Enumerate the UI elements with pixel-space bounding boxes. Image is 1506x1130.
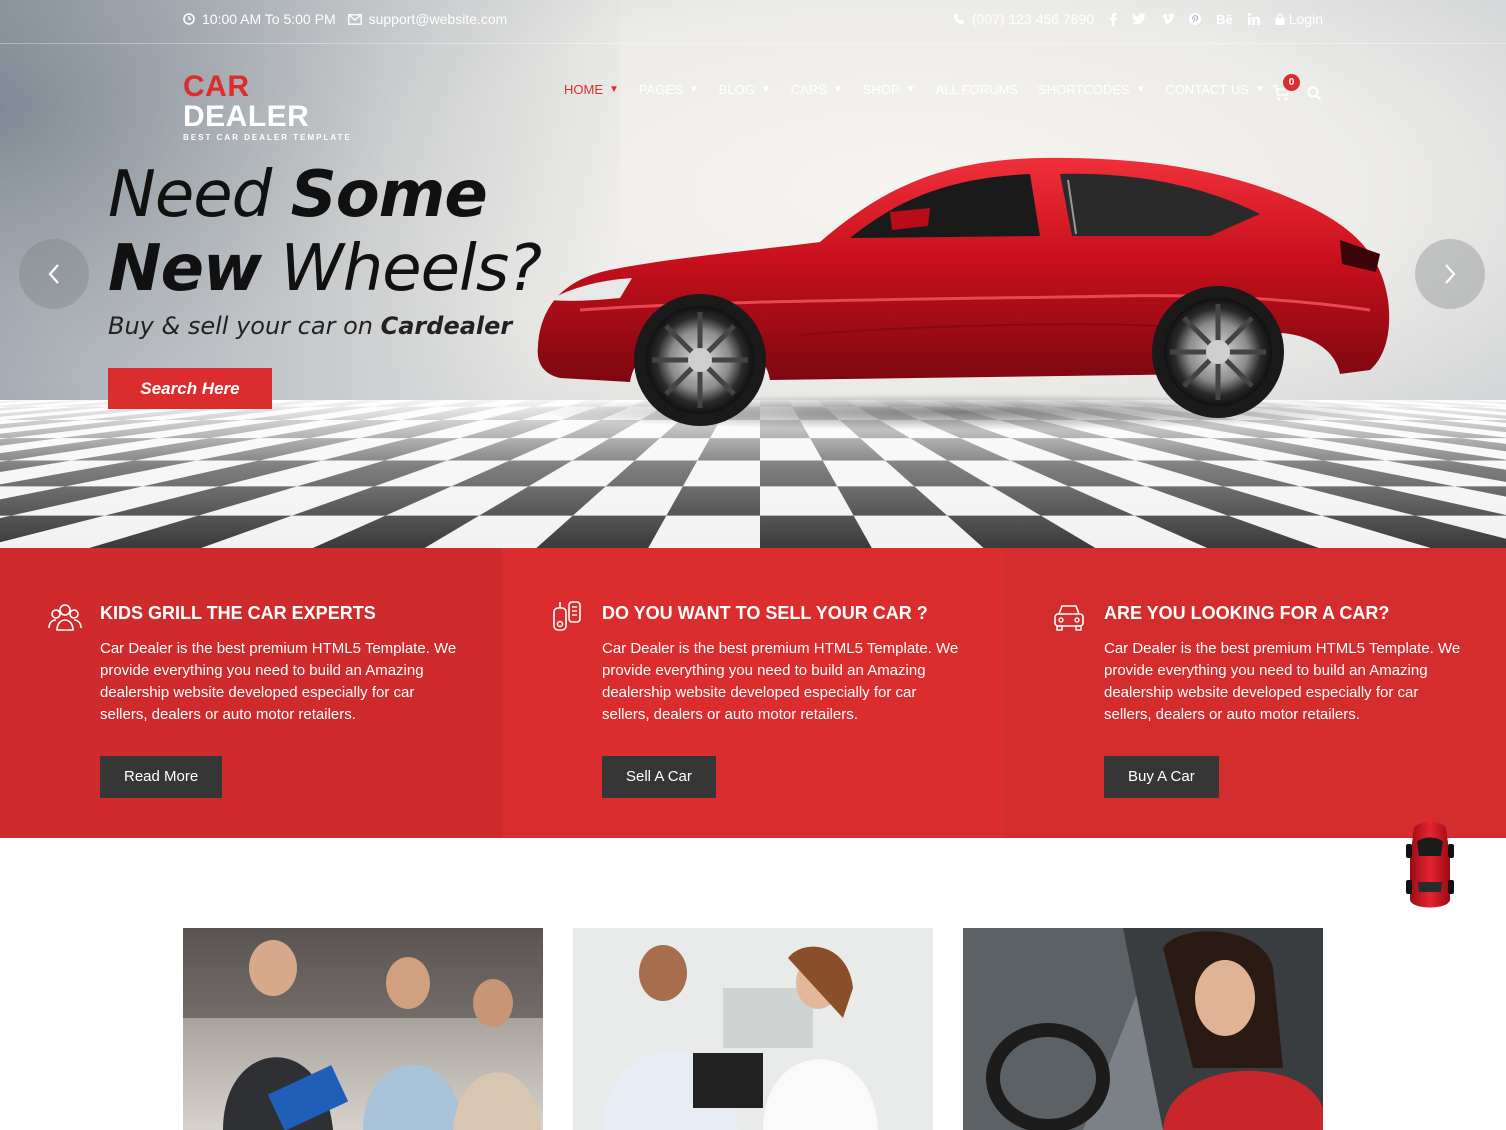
nav-item-label: HOME <box>564 82 603 97</box>
hero-headline-line2: New Wheels? <box>108 232 542 306</box>
feature-band: KIDS GRILL THE CAR EXPERTS Car Dealer is… <box>0 548 1506 838</box>
chevron-left-icon <box>48 264 59 284</box>
behance-icon[interactable]: Bē <box>1216 12 1233 27</box>
nav-item-home[interactable]: HOME ▼ <box>564 82 619 97</box>
sell-a-car-button[interactable]: Sell A Car <box>602 756 716 798</box>
pinterest-icon[interactable] <box>1189 13 1202 25</box>
chevron-down-icon: ▼ <box>905 84 916 95</box>
nav-item-shortcodes[interactable]: SHORTCODES ▼ <box>1038 82 1145 97</box>
chevron-down-icon: ▼ <box>832 84 843 95</box>
lock-icon <box>1275 13 1285 25</box>
logo-tagline: BEST CAR DEALER TEMPLATE <box>183 133 352 142</box>
login-link[interactable]: Login <box>1275 11 1323 27</box>
chevron-down-icon: ▼ <box>609 84 619 95</box>
logo-text-dealer: DEALER <box>183 100 310 133</box>
main-navigation: HOME ▼ PAGES ▼ BLOG ▼ CARS ▼ SHOP ▼ ALL FORUM… <box>564 82 1285 97</box>
site-logo[interactable]: CAR DEALER BEST CAR DEALER TEMPLATE <box>183 70 373 143</box>
login-label: Login <box>1288 11 1323 27</box>
phone-icon <box>953 14 964 24</box>
car-key-icon <box>553 601 581 631</box>
vimeo-icon[interactable] <box>1161 13 1175 25</box>
read-more-button[interactable]: Read More <box>100 756 223 798</box>
feature-title: ARE YOU LOOKING FOR A CAR? <box>1104 603 1390 623</box>
logo-text-car: CAR <box>183 70 250 103</box>
facebook-icon[interactable] <box>1109 12 1117 26</box>
nav-item-label: ALL FORUMS <box>935 82 1019 97</box>
search-icon[interactable] <box>1307 86 1322 101</box>
nav-item-label: PAGES <box>638 82 683 97</box>
salesman-handshake-photo <box>573 928 933 1130</box>
feature-card: DO YOU WANT TO SELL YOUR CAR ? Car Deale… <box>502 548 1004 838</box>
hero-headline-line1: Need Some <box>108 158 488 232</box>
nav-item-all-forums[interactable]: ALL FORUMS <box>935 82 1018 97</box>
nav-item-shop[interactable]: SHOP ▼ <box>863 82 916 97</box>
car-front-icon <box>1054 605 1084 631</box>
nav-item-cars[interactable]: CARS ▼ <box>791 82 843 97</box>
envelope-icon <box>347 13 362 25</box>
nav-item-pages[interactable]: PAGES ▼ <box>639 82 699 97</box>
hero-subtitle-brand: Cardealer <box>380 312 513 340</box>
nav-item-label: SHOP <box>862 82 900 97</box>
slider-next-button[interactable] <box>1415 239 1485 309</box>
hero-headline-word: Some <box>290 158 488 232</box>
hero-headline-word: Wheels? <box>280 232 542 306</box>
business-hours: 10:00 AM To 5:00 PM <box>202 11 336 27</box>
cart-count-badge: 0 <box>1283 74 1300 91</box>
chevron-down-icon: ▼ <box>688 84 699 95</box>
nav-item-contact-us[interactable]: CONTACT US ▼ <box>1165 82 1264 97</box>
back-to-top-car-icon[interactable] <box>1404 818 1456 914</box>
buy-a-car-button[interactable]: Buy A Car <box>1104 756 1219 798</box>
support-email-link[interactable]: support@website.com <box>369 11 508 27</box>
chevron-right-icon <box>1445 264 1456 284</box>
feature-description: Car Dealer is the best premium HTML5 Tem… <box>1104 640 1461 723</box>
red-sports-car-image <box>530 157 1390 430</box>
dealer-consultation-photo <box>183 928 543 1130</box>
search-here-button[interactable]: Search Here <box>108 368 272 409</box>
chevron-down-icon: ▼ <box>1254 84 1265 95</box>
top-bar: 10:00 AM To 5:00 PM support@website.com … <box>0 0 1506 44</box>
feature-description: Car Dealer is the best premium HTML5 Tem… <box>602 640 959 723</box>
feature-title: DO YOU WANT TO SELL YOUR CAR ? <box>602 603 928 623</box>
hero-subtitle: Buy & sell your car on Cardealer <box>108 312 512 340</box>
hero-headline-word: New <box>108 232 262 306</box>
slider-prev-button[interactable] <box>19 239 89 309</box>
woman-driving-photo <box>963 928 1323 1130</box>
chevron-down-icon: ▼ <box>760 84 771 95</box>
nav-item-blog[interactable]: BLOG ▼ <box>719 82 771 97</box>
feature-card: KIDS GRILL THE CAR EXPERTS Car Dealer is… <box>0 548 502 838</box>
chevron-down-icon: ▼ <box>1135 84 1146 95</box>
linkedin-icon[interactable] <box>1247 13 1260 25</box>
hero-headline-word: Need <box>108 158 272 232</box>
feature-description: Car Dealer is the best premium HTML5 Tem… <box>100 640 457 723</box>
hero-slider: 10:00 AM To 5:00 PM support@website.com … <box>0 0 1506 548</box>
nav-item-label: SHORTCODES <box>1038 82 1130 97</box>
clock-icon <box>183 13 195 25</box>
phone-number: (007) 123 456 7890 <box>971 11 1095 27</box>
nav-item-label: CARS <box>790 82 827 97</box>
hero-subtitle-text: Buy & sell your car on <box>108 312 373 340</box>
feature-title: KIDS GRILL THE CAR EXPERTS <box>100 603 376 623</box>
people-group-icon <box>48 604 82 631</box>
nav-item-label: CONTACT US <box>1165 82 1249 97</box>
nav-item-label: BLOG <box>718 82 755 97</box>
feature-card: ARE YOU LOOKING FOR A CAR? Car Dealer is… <box>1004 548 1506 838</box>
twitter-icon[interactable] <box>1132 13 1147 25</box>
